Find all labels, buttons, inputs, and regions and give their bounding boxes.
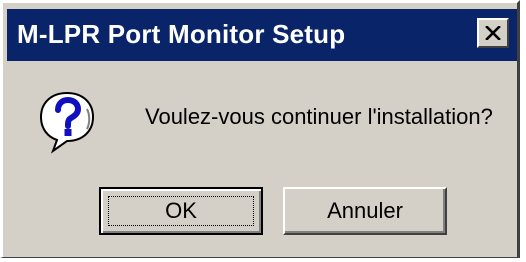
dialog-message: Voulez-vous continuer l'installation?	[145, 104, 493, 129]
focus-rectangle: OK	[108, 196, 254, 226]
dialog-window: M-LPR Port Monitor Setup Voulez-vous con…	[0, 0, 520, 258]
title-bar[interactable]: M-LPR Port Monitor Setup	[7, 9, 517, 61]
cancel-button[interactable]: Annuler	[283, 187, 447, 235]
close-icon	[485, 26, 501, 40]
cancel-button-label: Annuler	[327, 198, 403, 223]
ok-button-label: OK	[165, 198, 197, 223]
question-icon	[39, 91, 95, 154]
ok-button[interactable]: OK	[99, 187, 263, 235]
close-button[interactable]	[477, 18, 509, 48]
window-title: M-LPR Port Monitor Setup	[17, 19, 346, 49]
